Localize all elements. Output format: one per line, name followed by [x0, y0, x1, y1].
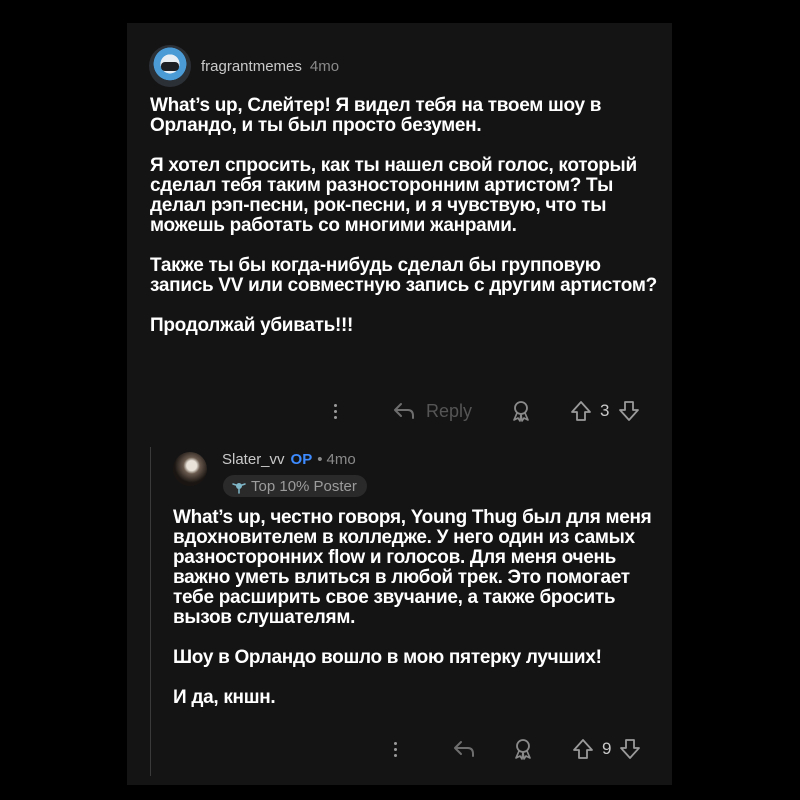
avatar[interactable]: [173, 452, 207, 486]
comment-paragraph: Я хотел спросить, как ты нашел свой голо…: [150, 155, 637, 236]
downvote-button[interactable]: [619, 738, 641, 760]
flair-emoji-icon: [232, 483, 246, 494]
comment-paragraph: Также ты бы когда-нибудь сделал бы групп…: [150, 255, 657, 296]
avatar[interactable]: [149, 45, 191, 87]
reply-paragraph: И да, кншн.: [173, 687, 276, 708]
reply-arrow-icon: [454, 741, 474, 757]
user-flair: Top 10% Poster: [223, 475, 367, 497]
op-badge: OP: [290, 450, 313, 468]
upvote-button[interactable]: [570, 400, 592, 422]
award-button[interactable]: [510, 400, 532, 422]
more-vertical-icon: [334, 403, 338, 419]
reply-label: Reply: [426, 400, 473, 421]
reply-age: 4mo: [326, 450, 356, 468]
comment-age: 4mo: [309, 57, 340, 75]
comment-paragraph: What’s up, Слейтер! Я видел тебя на твое…: [150, 95, 602, 136]
comment-header: fragrantmemes 4mo: [149, 45, 339, 87]
upvote-button[interactable]: [572, 738, 594, 760]
award-icon: [515, 739, 531, 760]
reply-button[interactable]: [452, 739, 476, 759]
reply-arrow-icon: [394, 403, 414, 419]
reply-paragraph: What’s up, честно говоря, Young Thug был…: [173, 507, 652, 628]
comment-paragraph: Продолжай убивать!!!: [150, 315, 354, 336]
more-options-button[interactable]: [328, 403, 344, 419]
award-icon: [513, 401, 529, 422]
more-options-button[interactable]: [388, 741, 404, 757]
vote-count: 3: [600, 401, 610, 420]
more-vertical-icon: [394, 741, 398, 757]
downvote-icon: [618, 401, 639, 421]
vote-count: 9: [602, 739, 612, 758]
reply-username[interactable]: Slater_vv: [222, 451, 285, 468]
meta-separator: •: [317, 450, 323, 468]
upvote-icon: [571, 401, 591, 421]
reply-paragraph: Шоу в Орландо вошло в мою пятерку лучших…: [173, 647, 602, 668]
comment-actions: Reply 3: [328, 398, 640, 424]
reply-body: What’s up, честно говоря, Young Thug был…: [173, 508, 663, 728]
downvote-icon: [620, 739, 641, 759]
reply-actions: 9: [388, 736, 641, 762]
downvote-button[interactable]: [618, 400, 640, 422]
upvote-icon: [573, 739, 593, 759]
flair-label: Top 10% Poster: [251, 477, 357, 495]
comment-username[interactable]: fragrantmemes: [201, 58, 302, 75]
award-button[interactable]: [512, 738, 534, 760]
reply-button[interactable]: Reply: [392, 401, 472, 422]
thread-line[interactable]: [150, 447, 151, 776]
comment-body: What’s up, Слейтер! Я видел тебя на твое…: [150, 96, 660, 356]
